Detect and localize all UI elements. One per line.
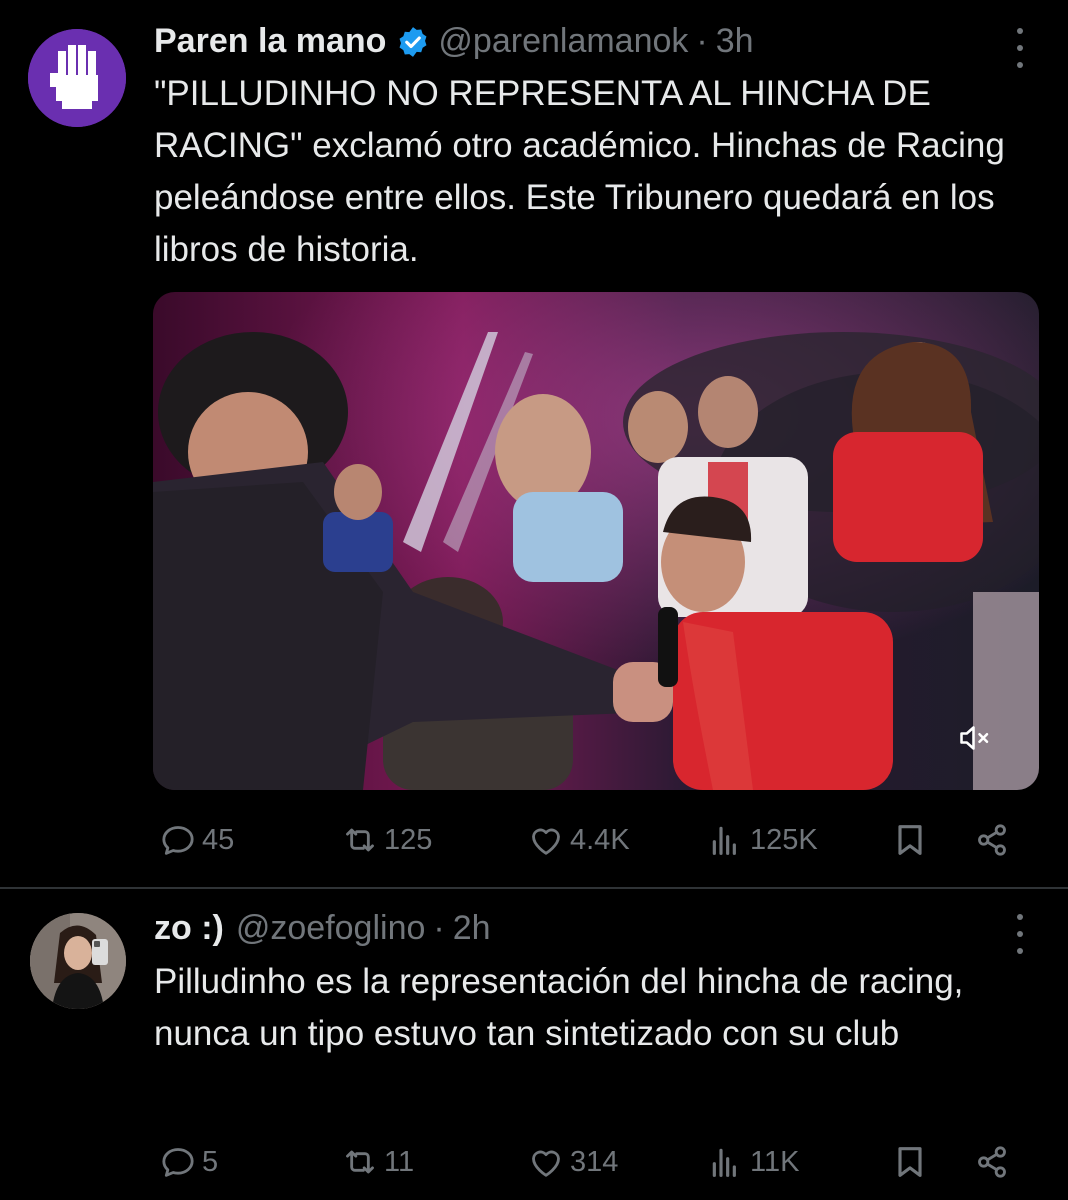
handle[interactable]: @parenlamanok <box>438 22 688 61</box>
separator-dot: · <box>433 909 445 947</box>
view-count: 125K <box>750 823 818 856</box>
video-frame <box>153 292 1039 790</box>
repost-icon <box>340 1142 380 1182</box>
share-icon <box>972 820 1012 860</box>
mute-icon[interactable] <box>953 720 997 756</box>
handle[interactable]: @zoefoglino <box>236 909 426 948</box>
tweet-text: Pilludinho es la representación del hinc… <box>154 962 974 1053</box>
bookmark-button[interactable] <box>890 1138 934 1186</box>
avatar[interactable] <box>30 913 126 1009</box>
reply-icon <box>158 1142 198 1182</box>
views-button[interactable]: 125K <box>706 816 818 864</box>
share-icon <box>972 1142 1012 1182</box>
reply-count: 5 <box>202 1145 219 1178</box>
tweet-actions: 5 11 314 11K <box>154 1138 1028 1186</box>
avatar[interactable] <box>28 29 126 127</box>
share-button[interactable] <box>972 816 1016 864</box>
video-player[interactable] <box>153 292 1039 790</box>
share-button[interactable] <box>972 1138 1016 1186</box>
view-count: 11K <box>750 1145 800 1178</box>
tweet-header: zo :) @zoefoglino · 2h <box>154 909 491 948</box>
reply-button[interactable]: 45 <box>158 816 234 864</box>
like-icon <box>526 820 566 860</box>
reply-button[interactable]: 5 <box>158 1138 218 1186</box>
tweet-text: "PILLUDINHO NO REPRESENTA AL HINCHA DE R… <box>154 74 1015 269</box>
verified-badge-icon <box>399 26 427 57</box>
tweet-parenlamano[interactable]: Paren la mano @parenlamanok · 3h "PILLUD… <box>0 0 1068 888</box>
reply-icon <box>158 820 198 860</box>
views-icon <box>706 820 746 860</box>
repost-button[interactable]: 11 <box>340 1138 414 1186</box>
like-count: 314 <box>570 1145 619 1178</box>
display-name[interactable]: Paren la mano <box>154 22 386 61</box>
hand-logo-icon <box>28 29 126 127</box>
repost-icon <box>340 820 380 860</box>
bookmark-button[interactable] <box>890 816 934 864</box>
tweet-actions: 45 125 4.4K 125K <box>154 816 1028 864</box>
reply-count: 45 <box>202 823 235 856</box>
bookmark-icon <box>890 820 930 860</box>
separator-dot: · <box>696 22 708 60</box>
views-icon <box>706 1142 746 1182</box>
repost-count: 11 <box>384 1145 415 1178</box>
tweet-header: Paren la mano @parenlamanok · 3h <box>154 22 754 61</box>
display-name[interactable]: zo :) <box>154 909 224 948</box>
timestamp[interactable]: 2h <box>453 909 491 948</box>
profile-photo <box>30 913 126 1009</box>
like-button[interactable]: 314 <box>526 1138 618 1186</box>
like-count: 4.4K <box>570 823 630 856</box>
bookmark-icon <box>890 1142 930 1182</box>
timestamp[interactable]: 3h <box>716 22 754 61</box>
more-icon[interactable] <box>1008 914 1032 954</box>
more-icon[interactable] <box>1008 28 1032 68</box>
like-button[interactable]: 4.4K <box>526 816 630 864</box>
repost-button[interactable]: 125 <box>340 816 432 864</box>
like-icon <box>526 1142 566 1182</box>
repost-count: 125 <box>384 823 433 856</box>
views-button[interactable]: 11K <box>706 1138 799 1186</box>
